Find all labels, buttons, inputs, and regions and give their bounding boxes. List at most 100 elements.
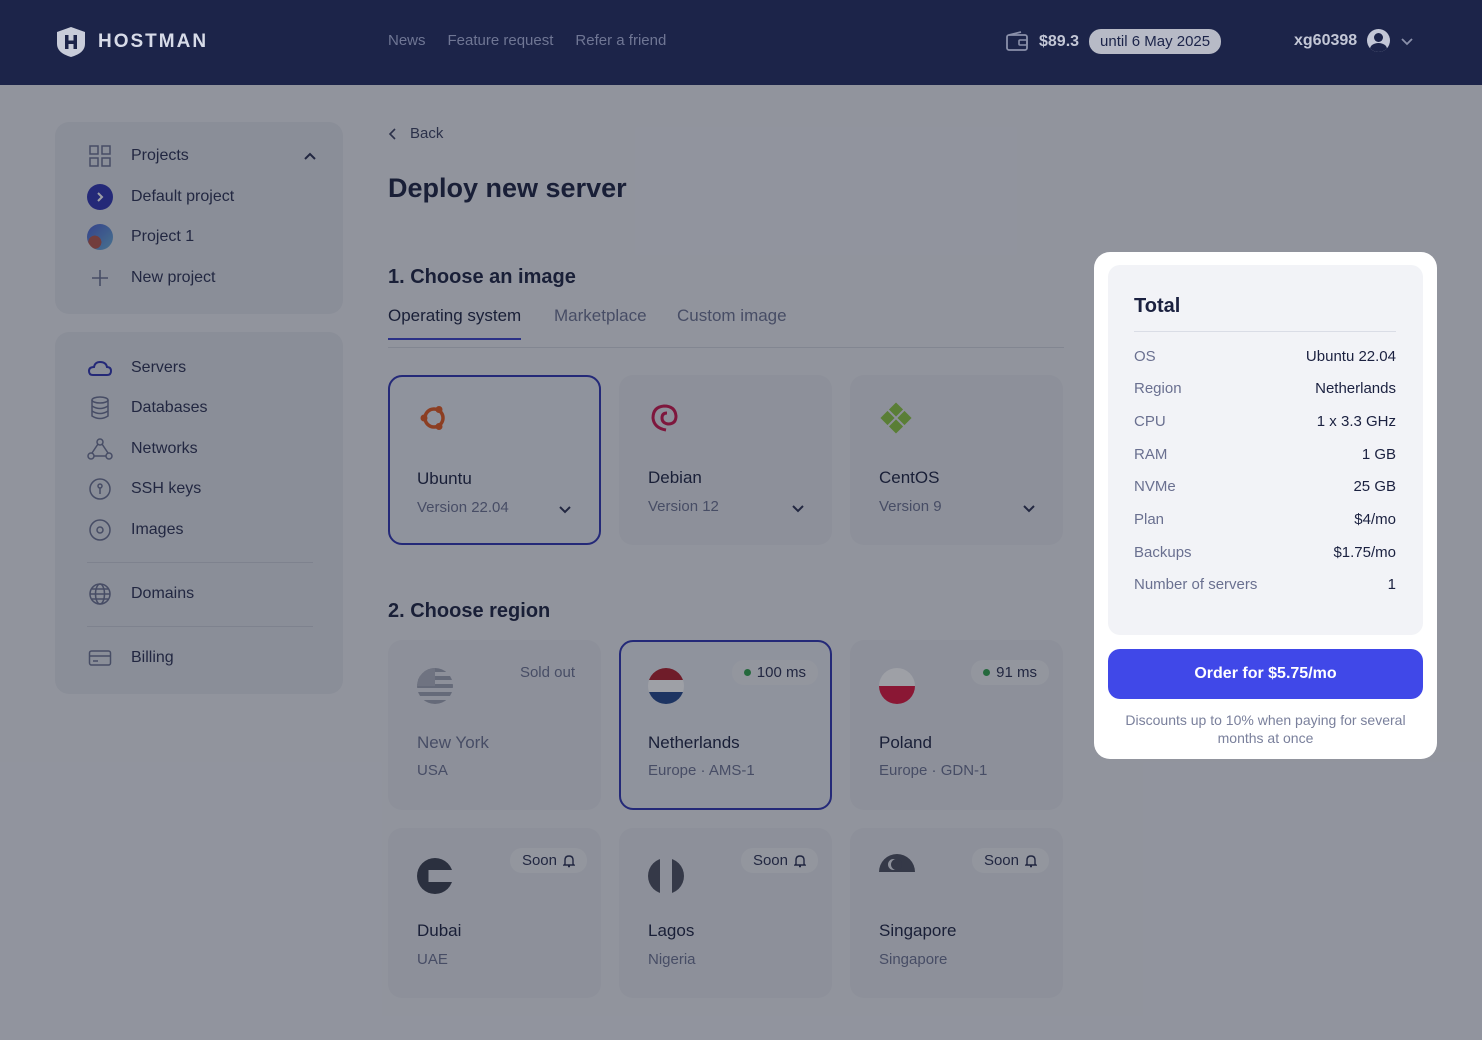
- tab-custom-image[interactable]: Custom image: [677, 306, 787, 338]
- chevron-down-icon: [1401, 37, 1413, 45]
- bell-icon: [563, 854, 575, 867]
- os-card-centos[interactable]: CentOS Version 9: [850, 375, 1063, 545]
- chevron-down-icon[interactable]: [557, 501, 573, 517]
- order-button[interactable]: Order for $5.75/mo: [1108, 649, 1423, 699]
- project-default[interactable]: Default project: [87, 184, 234, 210]
- sidebar-item-servers[interactable]: Servers: [87, 355, 186, 381]
- total-title: Total: [1134, 295, 1181, 317]
- sidebar-item-billing[interactable]: Billing: [87, 645, 174, 671]
- region-card-singapore[interactable]: Soon Singapore Singapore: [850, 828, 1063, 998]
- os-name: Ubuntu: [417, 469, 472, 488]
- soon-badge[interactable]: Soon: [971, 848, 1049, 873]
- project-1[interactable]: Project 1: [87, 224, 194, 250]
- region-card-new-york[interactable]: Sold out New York USA: [388, 640, 601, 810]
- plus-icon: [87, 265, 113, 291]
- disc-icon: [87, 517, 113, 543]
- back-link[interactable]: Back: [388, 125, 443, 142]
- logo-text: HOSTMAN: [98, 31, 209, 52]
- region-name: Poland: [879, 733, 932, 752]
- new-project[interactable]: New project: [87, 265, 215, 291]
- os-name: Debian: [648, 468, 702, 487]
- nav-news[interactable]: News: [388, 32, 426, 49]
- summary-row-ram: RAM 1 GB: [1134, 446, 1396, 463]
- os-version: Version 12: [648, 498, 719, 515]
- hostman-logo-icon: [57, 27, 85, 57]
- sidebar-item-ssh-keys[interactable]: SSH keys: [87, 476, 201, 502]
- region-card-poland[interactable]: 91 ms Poland Europe · GDN-1: [850, 640, 1063, 810]
- ubuntu-icon: [420, 406, 445, 430]
- summary-row-cpu: CPU 1 x 3.3 GHz: [1134, 413, 1396, 430]
- logo[interactable]: HOSTMAN: [54, 26, 208, 58]
- projects-label: Projects: [131, 147, 189, 164]
- sidebar-item-domains[interactable]: Domains: [87, 581, 194, 607]
- region-name: New York: [417, 733, 489, 752]
- summary-row-backups: Backups $1.75/mo: [1134, 544, 1396, 561]
- singapore-flag-icon: [879, 854, 915, 890]
- region-card-dubai[interactable]: Soon Dubai UAE: [388, 828, 601, 998]
- projects-header[interactable]: Projects: [87, 143, 317, 169]
- project-avatar-icon: [87, 224, 113, 250]
- region-name: Singapore: [879, 921, 957, 940]
- database-icon: [87, 395, 113, 421]
- sidebar-item-databases[interactable]: Databases: [87, 395, 208, 421]
- chevron-down-icon[interactable]: [1021, 500, 1037, 516]
- soon-badge[interactable]: Soon: [740, 848, 818, 873]
- key-icon: [87, 476, 113, 502]
- nav-feature-request[interactable]: Feature request: [448, 32, 554, 49]
- nigeria-flag-icon: [648, 858, 684, 894]
- summary-row-region: Region Netherlands: [1134, 380, 1396, 397]
- chevron-up-icon: [304, 152, 316, 160]
- sidebar-item-networks[interactable]: Networks: [87, 436, 198, 462]
- total-panel: Total OS Ubuntu 22.04 Region Netherlands C…: [1094, 252, 1437, 759]
- region-card-lagos[interactable]: Soon Lagos Nigeria: [619, 828, 832, 998]
- region-location: Europe · AMS-1: [648, 762, 755, 779]
- card-icon: [87, 645, 113, 671]
- os-version: Version 22.04: [417, 499, 509, 516]
- os-name: CentOS: [879, 468, 940, 487]
- bell-icon: [794, 854, 806, 867]
- project-label: Default project: [131, 188, 235, 205]
- project-label: New project: [131, 269, 216, 286]
- os-card-ubuntu[interactable]: Ubuntu Version 22.04: [388, 375, 601, 545]
- projects-card: Projects Default project Project 1 New p…: [55, 122, 343, 314]
- sidebar-item-label: Domains: [131, 585, 195, 602]
- network-icon: [87, 436, 113, 462]
- tab-marketplace[interactable]: Marketplace: [554, 306, 647, 338]
- region-location: Europe · GDN-1: [879, 762, 988, 779]
- soon-badge[interactable]: Soon: [509, 848, 587, 873]
- until-badge: until 6 May 2025: [1089, 29, 1222, 54]
- sidebar-item-label: Images: [131, 521, 184, 538]
- netherlands-flag-icon: [648, 668, 684, 704]
- sidebar-item-label: Billing: [131, 649, 174, 666]
- chevron-down-icon[interactable]: [790, 500, 806, 516]
- region-location: Nigeria: [648, 951, 696, 968]
- avatar-icon: [1367, 29, 1391, 52]
- user-menu[interactable]: xg60398: [1294, 29, 1414, 52]
- uae-flag-icon: [417, 858, 453, 894]
- services-card: Servers Databases Networks SSH keys Imag…: [55, 332, 343, 694]
- page-title: Deploy new server: [388, 173, 627, 203]
- nav-refer-a-friend[interactable]: Refer a friend: [575, 32, 666, 49]
- latency-badge: 100 ms: [731, 660, 818, 685]
- top-bar: HOSTMAN News Feature request Refer a fri…: [0, 0, 1482, 85]
- os-version: Version 9: [879, 498, 942, 515]
- sidebar-item-label: SSH keys: [131, 480, 202, 497]
- status-badge: Sold out: [519, 664, 575, 681]
- total-divider: [1134, 331, 1396, 332]
- wallet[interactable]: $89.3 until 6 May 2025: [1005, 29, 1222, 54]
- region-name: Dubai: [417, 921, 462, 940]
- region-card-netherlands[interactable]: 100 ms Netherlands Europe · AMS-1: [619, 640, 832, 810]
- tab-operating-system[interactable]: Operating system: [388, 306, 522, 340]
- sidebar-divider: [87, 626, 313, 627]
- region-location: UAE: [417, 951, 448, 968]
- image-tabs: Operating system Marketplace Custom imag…: [388, 306, 1064, 348]
- region-name: Netherlands: [648, 733, 740, 752]
- latency-badge: 91 ms: [971, 660, 1049, 685]
- region-name: Lagos: [648, 921, 695, 940]
- globe-icon: [87, 581, 113, 607]
- sidebar-item-images[interactable]: Images: [87, 517, 183, 543]
- balance: $89.3: [1039, 32, 1080, 50]
- os-card-debian[interactable]: Debian Version 12: [619, 375, 832, 545]
- discount-note: Discounts up to 10% when paying for seve…: [1125, 712, 1406, 746]
- sidebar-divider: [87, 562, 313, 563]
